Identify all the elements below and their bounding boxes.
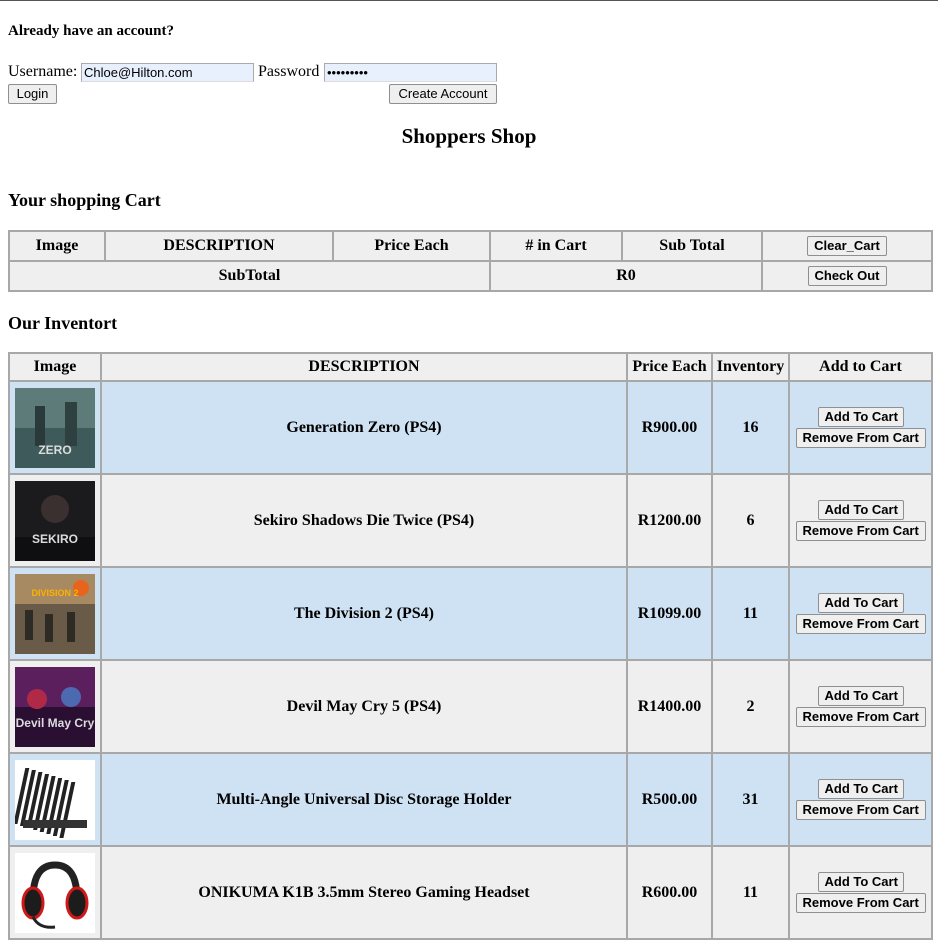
remove-from-cart-button[interactable]: Remove From Cart [795, 521, 926, 541]
svg-text:DIVISION 2: DIVISION 2 [31, 588, 78, 598]
inv-row-inventory: 2 [711, 659, 790, 754]
remove-from-cart-button[interactable]: Remove From Cart [795, 707, 926, 727]
inv-row-description: The Division 2 (PS4) [100, 566, 628, 661]
cart-header-price: Price Each [332, 230, 491, 262]
cart-header-count: # in Cart [489, 230, 623, 262]
add-to-cart-button[interactable]: Add To Cart [817, 593, 904, 613]
inv-row-actions: Add To Cart Remove From Cart [788, 380, 933, 475]
password-input[interactable] [324, 63, 497, 82]
cart-header-description: DESCRIPTION [104, 230, 334, 262]
inv-row-inventory: 11 [711, 566, 790, 661]
inv-row-price: R1099.00 [626, 566, 713, 661]
login-heading: Already have an account? [8, 23, 174, 39]
top-border [0, 0, 938, 1]
add-to-cart-button[interactable]: Add To Cart [817, 872, 904, 892]
inv-row-actions: Add To Cart Remove From Cart [788, 752, 933, 847]
inv-header-price: Price Each [626, 352, 713, 382]
product-thumbnail [15, 852, 95, 933]
inv-row-actions: Add To Cart Remove From Cart [788, 659, 933, 754]
remove-from-cart-button[interactable]: Remove From Cart [795, 428, 926, 448]
remove-from-cart-button[interactable]: Remove From Cart [795, 800, 926, 820]
inv-row-actions: Add To Cart Remove From Cart [788, 473, 933, 568]
clear-cart-button[interactable]: Clear_Cart [807, 236, 887, 256]
inv-row-inventory: 11 [711, 845, 790, 940]
inventory-heading: Our Inventort [8, 313, 118, 333]
cart-header-image: Image [8, 230, 106, 262]
inv-row-price: R900.00 [626, 380, 713, 475]
remove-from-cart-button[interactable]: Remove From Cart [795, 614, 926, 634]
product-thumbnail: SEKIRO [15, 480, 95, 561]
product-thumbnail: DIVISION 2 [15, 573, 95, 654]
cart-header-actions: Clear_Cart [761, 230, 933, 262]
inv-header-description: DESCRIPTION [100, 352, 628, 382]
svg-text:SEKIRO: SEKIRO [32, 532, 78, 546]
inv-row-description: ONIKUMA K1B 3.5mm Stereo Gaming Headset [100, 845, 628, 940]
username-input[interactable] [81, 63, 254, 82]
remove-from-cart-button[interactable]: Remove From Cart [795, 893, 926, 913]
inv-row-image-cell: Devil May Cry [8, 659, 102, 754]
checkout-button[interactable]: Check Out [807, 266, 887, 286]
svg-text:ZERO: ZERO [38, 443, 71, 457]
inv-header-image: Image [8, 352, 102, 382]
password-label: Password [258, 63, 320, 80]
cart-subtotal-value: R0 [489, 260, 763, 292]
cart-heading: Your shopping Cart [8, 190, 161, 210]
product-thumbnail: ZERO [15, 387, 95, 468]
inv-row-image-cell: DIVISION 2 [8, 566, 102, 661]
inv-row-price: R1200.00 [626, 473, 713, 568]
inv-row-actions: Add To Cart Remove From Cart [788, 566, 933, 661]
add-to-cart-button[interactable]: Add To Cart [817, 500, 904, 520]
add-to-cart-button[interactable]: Add To Cart [817, 779, 904, 799]
inv-row-inventory: 6 [711, 473, 790, 568]
cart-header-subtotal: Sub Total [621, 230, 763, 262]
shop-title: Shoppers Shop [401, 124, 537, 148]
inv-header-add-to-cart: Add to Cart [788, 352, 933, 382]
inv-row-description: Sekiro Shadows Die Twice (PS4) [100, 473, 628, 568]
inv-row-description: Generation Zero (PS4) [100, 380, 628, 475]
cart-subtotal-label: SubTotal [8, 260, 491, 292]
product-thumbnail [15, 759, 95, 840]
cart-checkout-cell: Check Out [761, 260, 933, 292]
product-thumbnail: Devil May Cry [15, 666, 95, 747]
add-to-cart-button[interactable]: Add To Cart [817, 407, 904, 427]
create-account-button[interactable]: Create Account [389, 84, 497, 104]
inv-row-description: Multi-Angle Universal Disc Storage Holde… [100, 752, 628, 847]
inv-row-image-cell [8, 752, 102, 847]
add-to-cart-button[interactable]: Add To Cart [817, 686, 904, 706]
inv-row-price: R500.00 [626, 752, 713, 847]
inv-row-inventory: 31 [711, 752, 790, 847]
inv-row-price: R600.00 [626, 845, 713, 940]
inv-row-image-cell: ZERO [8, 380, 102, 475]
inv-header-inventory: Inventory [711, 352, 790, 382]
inv-row-description: Devil May Cry 5 (PS4) [100, 659, 628, 754]
inv-row-image-cell [8, 845, 102, 940]
username-label: Username: [8, 63, 78, 80]
inv-row-price: R1400.00 [626, 659, 713, 754]
inv-row-actions: Add To Cart Remove From Cart [788, 845, 933, 940]
svg-text:Devil May Cry: Devil May Cry [16, 716, 95, 730]
inv-row-inventory: 16 [711, 380, 790, 475]
inv-row-image-cell: SEKIRO [8, 473, 102, 568]
login-button[interactable]: Login [8, 84, 57, 104]
